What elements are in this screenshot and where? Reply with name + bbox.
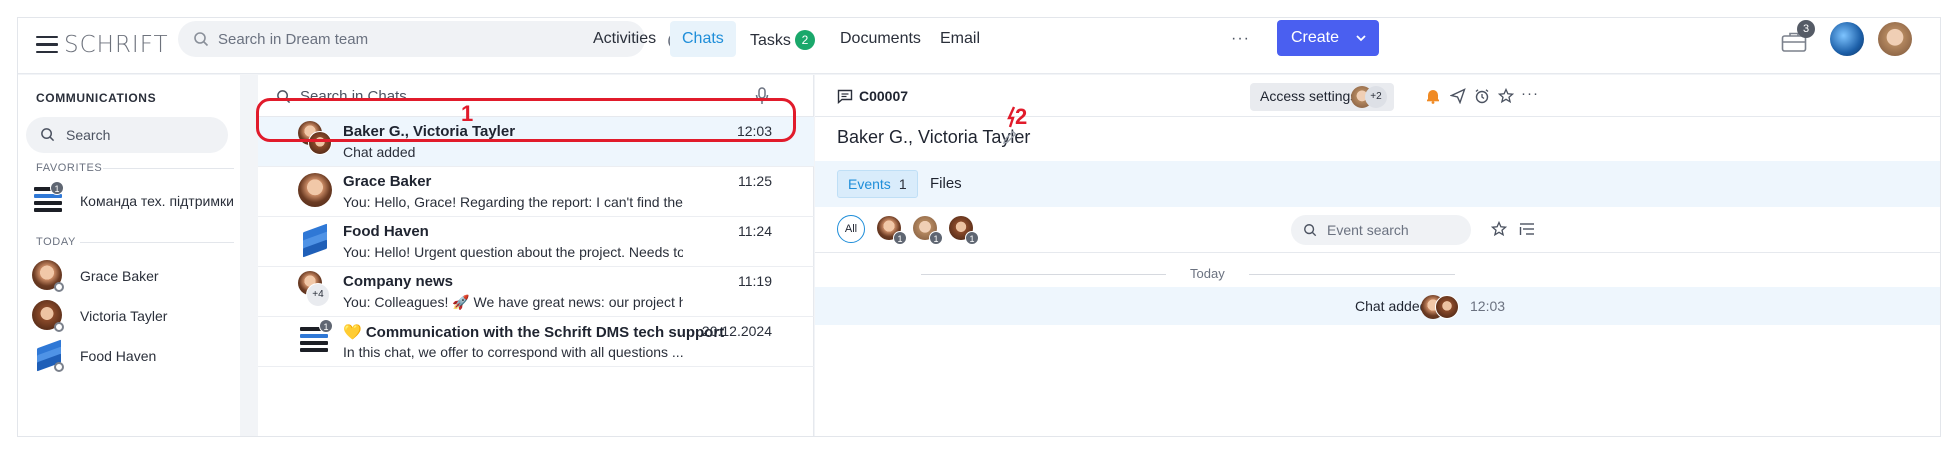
global-search-input[interactable]: Search in Dream team <box>178 21 645 57</box>
tab-events-label: Events <box>848 176 891 192</box>
chat-time: 11:19 <box>738 273 772 289</box>
chat-name: Company news <box>343 273 454 290</box>
sidebar-item-label: Команда тех. підтримки <box>80 193 234 209</box>
chat-name: Food Haven <box>343 223 429 240</box>
sidebar-search-input[interactable]: Search <box>26 117 228 153</box>
sidebar-search-placeholder: Search <box>66 127 111 143</box>
divider <box>103 168 234 169</box>
nav-tasks-label: Tasks <box>750 32 791 49</box>
workspace-avatar[interactable] <box>1830 22 1864 56</box>
chat-row[interactable]: 1 💛 Communication with the Schrift DMS t… <box>258 317 814 367</box>
status-icon <box>54 322 64 332</box>
nav-activities[interactable]: Activities <box>581 21 668 57</box>
annotation-number-2: 2 <box>1015 104 1028 129</box>
chat-snippet: Chat added <box>343 144 416 160</box>
event-search-input[interactable]: Event search <box>1291 215 1471 245</box>
favorites-label: FAVORITES <box>36 162 103 174</box>
star-icon[interactable] <box>1498 88 1514 104</box>
status-icon <box>54 362 64 372</box>
nav-email[interactable]: Email <box>928 21 992 57</box>
chat-time: 11:25 <box>738 173 772 189</box>
food-haven-logo-icon <box>298 223 332 258</box>
sidebar-item-grace-baker[interactable]: Grace Baker <box>32 260 228 294</box>
annotation-highlight-box <box>256 98 796 142</box>
global-search-placeholder: Search in Dream team <box>218 31 369 48</box>
chat-name: 💛 Communication with the Schrift DMS tec… <box>343 324 725 341</box>
participant-count-badge: 1 <box>893 231 907 245</box>
menu-icon[interactable] <box>36 36 58 54</box>
tab-events-count: 1 <box>898 176 907 192</box>
participant-filter-row: All 1 1 1 Event search <box>815 207 1940 253</box>
user-avatar[interactable] <box>1878 22 1912 56</box>
nav-chats[interactable]: Chats <box>670 21 736 57</box>
chat-name: Grace Baker <box>343 173 432 190</box>
participant-count-badge: 1 <box>929 231 943 245</box>
sidebar-item-food-haven[interactable]: Food Haven <box>32 339 228 374</box>
star-icon[interactable] <box>1491 221 1507 237</box>
chat-code: C00007 <box>859 88 909 104</box>
nav-documents[interactable]: Documents <box>828 21 933 57</box>
tabs-bar: Events 1 Files <box>815 161 1940 207</box>
tab-events[interactable]: Events 1 <box>837 170 918 198</box>
create-button-label: Create <box>1291 29 1340 46</box>
chat-time: 20.12.2024 <box>701 323 772 339</box>
app-window: SCHRIFT Search in Dream team Activities … <box>18 18 1940 436</box>
unread-badge: 1 <box>319 319 333 333</box>
edit-pencil-icon[interactable] <box>1002 129 1018 145</box>
chevron-down-icon <box>1356 35 1366 42</box>
tasks-count-badge: 2 <box>794 30 815 50</box>
sidebar-item-label: Grace Baker <box>80 268 159 284</box>
more-nav-icon[interactable]: ··· <box>1231 30 1250 48</box>
filter-list-icon[interactable] <box>1519 221 1535 237</box>
notifications-badge: 3 <box>1797 20 1815 38</box>
participant-count-badge: 1 <box>965 231 979 245</box>
sidebar-item-label: Victoria Tayler <box>80 308 168 324</box>
unread-badge: 1 <box>50 181 64 195</box>
event-text: Chat added <box>1355 298 1428 314</box>
avatar <box>298 173 332 207</box>
chat-row[interactable]: +4 Company news You: Colleagues! 🚀 We ha… <box>258 267 814 317</box>
filter-all-button[interactable]: All <box>837 215 865 243</box>
sidebar-item-label: Food Haven <box>80 348 157 364</box>
today-label: TODAY <box>36 236 76 248</box>
divider <box>80 242 234 243</box>
chat-icon <box>837 89 853 104</box>
alarm-clock-icon[interactable] <box>1474 88 1490 104</box>
sidebar-item-victoria-tayler[interactable]: Victoria Tayler <box>32 300 228 334</box>
event-time: 12:03 <box>1470 298 1506 314</box>
chat-row[interactable]: Grace Baker You: Hello, Grace! Regarding… <box>258 167 814 217</box>
chat-row[interactable]: Food Haven You: Hello! Urgent question a… <box>258 217 814 267</box>
chat-snippet: In this chat, we offer to correspond wit… <box>343 344 683 360</box>
search-icon <box>1304 224 1317 237</box>
chat-time: 11:24 <box>738 223 772 239</box>
tab-files[interactable]: Files <box>930 175 962 192</box>
annotation-number-1: 1 <box>461 101 474 126</box>
access-extra-badge: +2 <box>1365 86 1387 108</box>
app-logo[interactable]: SCHRIFT <box>64 32 169 58</box>
event-row[interactable]: Chat added 12:03 <box>815 287 1940 325</box>
chat-snippet: You: Colleagues! 🚀 We have great news: o… <box>343 294 683 310</box>
avatar <box>1435 295 1459 319</box>
bell-icon[interactable] <box>1425 88 1441 104</box>
top-bar: SCHRIFT Search in Dream team Activities … <box>18 18 1940 74</box>
chat-snippet: You: Hello! Urgent question about the pr… <box>343 244 683 260</box>
create-button[interactable]: Create <box>1277 20 1379 56</box>
extra-members-badge: +4 <box>306 283 330 307</box>
communications-sidebar: COMMUNICATIONS Search FAVORITES 1 Команд… <box>18 75 240 436</box>
search-icon <box>194 32 209 47</box>
date-label: Today <box>1166 266 1249 281</box>
sidebar-heading: COMMUNICATIONS <box>36 91 157 105</box>
search-icon <box>41 128 55 142</box>
nav-tasks[interactable]: Tasks 2 <box>738 21 827 57</box>
access-settings-button[interactable]: Access settings +2 <box>1250 83 1394 111</box>
sidebar-item-tech-support[interactable]: 1 Команда тех. підтримки <box>32 181 234 219</box>
more-options-icon[interactable]: ··· <box>1521 85 1539 102</box>
status-icon <box>54 282 64 292</box>
access-settings-label: Access settings <box>1260 88 1358 104</box>
chat-snippet: You: Hello, Grace! Regarding the report:… <box>343 194 683 210</box>
event-search-placeholder: Event search <box>1327 222 1409 238</box>
send-icon[interactable] <box>1450 88 1466 104</box>
chat-detail-panel: C00007 Access settings +2 ··· Baker G., … <box>815 75 1940 436</box>
detail-header: C00007 Access settings +2 ··· <box>815 75 1940 117</box>
